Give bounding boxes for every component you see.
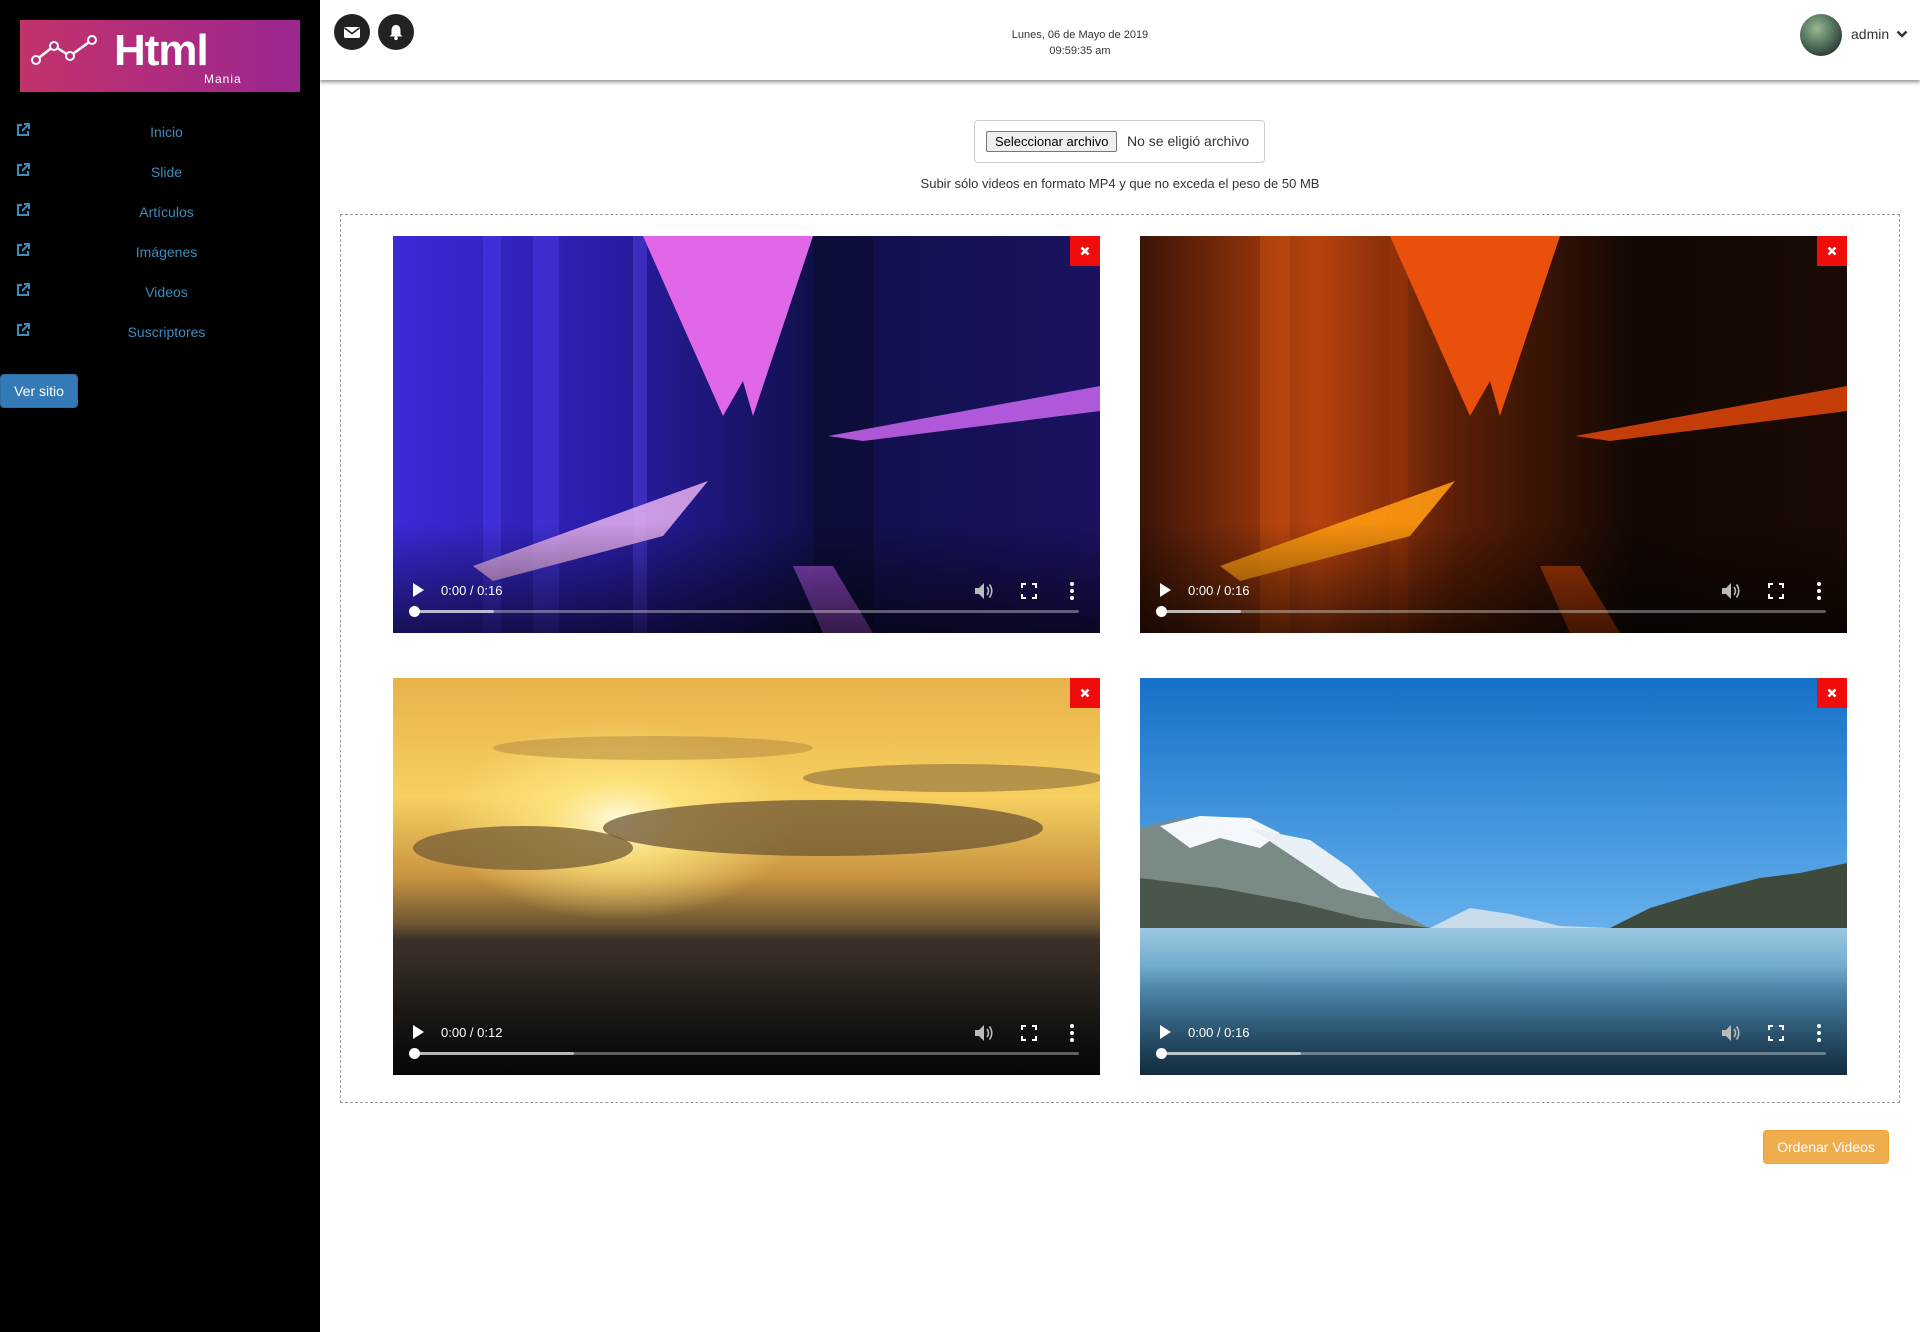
delete-video-button[interactable] (1070, 678, 1100, 708)
sidebar-nav: Inicio Slide Artículos Imágenes Videos S… (0, 112, 320, 352)
sidebar: Html Mania Inicio Slide Artículos Imágen… (0, 0, 320, 1332)
seek-bar[interactable] (409, 606, 1079, 617)
play-icon[interactable] (411, 1024, 425, 1040)
logo-title: Html (114, 26, 209, 75)
sidebar-item-inicio[interactable]: Inicio (0, 112, 320, 152)
notifications-button[interactable] (378, 14, 414, 50)
video-player[interactable]: 0:00 / 0:16 (1140, 236, 1847, 633)
sidebar-item-articulos[interactable]: Artículos (0, 192, 320, 232)
video-time: 0:00 / 0:12 (441, 1025, 503, 1040)
more-options-icon[interactable] (1816, 1023, 1822, 1043)
controls-overlay (393, 523, 1100, 633)
play-icon[interactable] (1158, 1024, 1172, 1040)
datetime: Lunes, 06 de Mayo de 2019 09:59:35 am (920, 27, 1240, 59)
delete-video-button[interactable] (1817, 236, 1847, 266)
fullscreen-icon[interactable] (1768, 583, 1784, 599)
close-icon (1080, 246, 1090, 256)
video-player[interactable]: 0:00 / 0:16 (1140, 678, 1847, 1075)
more-options-icon[interactable] (1069, 1023, 1075, 1043)
user-name[interactable]: admin (1851, 26, 1889, 42)
more-options-icon[interactable] (1816, 581, 1822, 601)
seek-handle[interactable] (1156, 1048, 1167, 1059)
sidebar-item-videos[interactable]: Videos (0, 272, 320, 312)
fullscreen-icon[interactable] (1021, 583, 1037, 599)
volume-icon[interactable] (973, 1023, 995, 1043)
play-icon[interactable] (411, 582, 425, 598)
controls-overlay (1140, 965, 1847, 1075)
sidebar-item-imagenes[interactable]: Imágenes (0, 232, 320, 272)
top-bar: Lunes, 06 de Mayo de 2019 09:59:35 am ad… (320, 0, 1920, 80)
close-icon (1827, 688, 1837, 698)
video-drop-zone[interactable]: 0:00 / 0:16 0:00 / 0:16 0:00 / 0:12 0:00… (340, 214, 1900, 1103)
messages-button[interactable] (334, 14, 370, 50)
sidebar-item-label: Artículos (139, 204, 194, 220)
buffer-bar (1161, 610, 1241, 613)
seek-bar[interactable] (1156, 606, 1826, 617)
order-videos-button[interactable]: Ordenar Videos (1763, 1130, 1889, 1164)
buffer-bar (414, 1052, 574, 1055)
sidebar-item-slide[interactable]: Slide (0, 152, 320, 192)
volume-icon[interactable] (1720, 1023, 1742, 1043)
video-player[interactable]: 0:00 / 0:12 (393, 678, 1100, 1075)
seek-handle[interactable] (1156, 606, 1167, 617)
seek-bar[interactable] (409, 1048, 1079, 1059)
volume-icon[interactable] (973, 581, 995, 601)
video-time: 0:00 / 0:16 (1188, 583, 1250, 598)
bell-icon (389, 25, 403, 41)
video-player[interactable]: 0:00 / 0:16 (393, 236, 1100, 633)
sidebar-item-suscriptores[interactable]: Suscriptores (0, 312, 320, 352)
sidebar-item-label: Slide (150, 164, 183, 180)
controls-overlay (1140, 523, 1847, 633)
delete-video-button[interactable] (1817, 678, 1847, 708)
controls-overlay (393, 965, 1100, 1075)
more-options-icon[interactable] (1069, 581, 1075, 601)
fullscreen-icon[interactable] (1021, 1025, 1037, 1041)
seek-handle[interactable] (409, 1048, 420, 1059)
close-icon (1827, 246, 1837, 256)
sidebar-item-label: Videos (145, 284, 188, 300)
choose-file-button[interactable]: Seleccionar archivo (986, 131, 1118, 152)
close-icon (1080, 688, 1090, 698)
logo[interactable]: Html Mania (20, 20, 300, 92)
avatar[interactable] (1800, 14, 1842, 56)
envelope-icon (344, 27, 360, 38)
sidebar-item-label: Inicio (150, 124, 183, 140)
current-date: Lunes, 06 de Mayo de 2019 (1011, 29, 1149, 41)
logo-subtitle: Mania (204, 72, 242, 86)
delete-video-button[interactable] (1070, 236, 1100, 266)
buffer-bar (414, 610, 494, 613)
seek-bar[interactable] (1156, 1048, 1826, 1059)
chevron-down-icon[interactable] (1896, 29, 1908, 39)
current-time: 09:59:35 am (1049, 45, 1111, 57)
upload-hint: Subir sólo videos en formato MP4 y que n… (920, 176, 1320, 191)
video-time: 0:00 / 0:16 (441, 583, 503, 598)
seek-handle[interactable] (409, 606, 420, 617)
video-time: 0:00 / 0:16 (1188, 1025, 1250, 1040)
sidebar-item-label: Imágenes (135, 244, 198, 260)
chart-line-icon (31, 35, 97, 65)
fullscreen-icon[interactable] (1768, 1025, 1784, 1041)
buffer-bar (1161, 1052, 1301, 1055)
play-icon[interactable] (1158, 582, 1172, 598)
sidebar-item-label: Suscriptores (127, 324, 206, 340)
file-status: No se eligió archivo (1127, 133, 1250, 149)
view-site-button[interactable]: Ver sitio (0, 374, 78, 408)
file-upload-field[interactable]: Seleccionar archivo No se eligió archivo (974, 120, 1265, 163)
volume-icon[interactable] (1720, 581, 1742, 601)
